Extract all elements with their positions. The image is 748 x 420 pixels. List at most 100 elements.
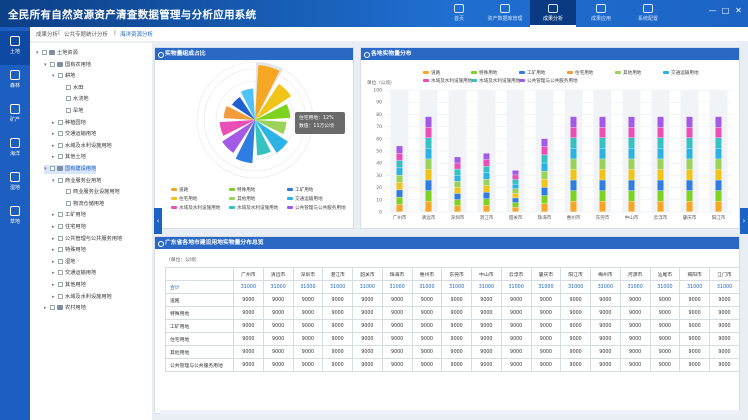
table-row[interactable]: 道路 9000 9000 9000 9000 9000 9000 9000 9000 9000 90… [165, 293, 740, 307]
table-header-cell[interactable]: 珠海市 [381, 267, 413, 281]
tree-node[interactable]: ▸ 水域及水利设施用地 [52, 293, 112, 302]
bar-segment[interactable] [599, 116, 606, 128]
horizontal-scrollbar[interactable] [160, 410, 740, 415]
bar-segment[interactable] [425, 169, 432, 180]
bar-segment[interactable] [628, 137, 635, 149]
bar-segment[interactable] [570, 201, 577, 212]
bar-segment[interactable] [454, 157, 461, 163]
bar-segment[interactable] [599, 169, 606, 180]
table-row[interactable]: 合计 31000 31000 31000 31000 31000 31000 31000 310… [165, 280, 740, 294]
table-header-cell[interactable]: 阳江市 [560, 267, 591, 281]
bar-segment[interactable] [686, 116, 693, 128]
tree-checkbox[interactable] [50, 61, 55, 67]
tree-checkbox[interactable] [66, 84, 71, 90]
tree-node[interactable]: 物流仓储用地 [60, 200, 104, 209]
tree-checkbox[interactable] [58, 282, 63, 287]
tab-analysis[interactable]: 成果分析 [530, 0, 576, 27]
table-row[interactable]: 公共管理与公共服务用地 9000 9000 9000 9000 9000 9000 9000 9… [165, 358, 740, 372]
tree-checkbox[interactable] [66, 189, 71, 195]
bar-segment[interactable] [541, 146, 548, 155]
bar-segment[interactable] [454, 169, 461, 175]
tree-node[interactable]: 商业服务业设施用地 [60, 188, 120, 197]
bar-segment[interactable] [570, 137, 577, 149]
bar-segment[interactable] [454, 181, 461, 188]
tree-node[interactable]: ▸ 特殊用地 [52, 246, 86, 255]
bar-segment[interactable] [715, 137, 722, 149]
tree-checkbox[interactable] [66, 96, 71, 102]
tree-checkbox[interactable] [58, 270, 63, 276]
legend-item[interactable]: 住宅用地 [171, 196, 197, 202]
legend-item[interactable]: 工矿用地 [519, 70, 545, 76]
tree-node[interactable]: ▾ 国有建设用地 [44, 165, 97, 174]
tab-home[interactable]: 首页 [436, 0, 482, 27]
table-header-cell[interactable]: 江门市 [709, 267, 740, 281]
bar-segment[interactable] [425, 190, 432, 202]
tree-checkbox[interactable] [66, 108, 71, 113]
tab-database[interactable]: 资产数据库管理 [482, 0, 528, 27]
bar-segment[interactable] [715, 159, 722, 170]
bar-segment[interactable] [570, 180, 577, 191]
bar-segment[interactable] [483, 153, 490, 160]
table-header-cell[interactable]: 中山市 [471, 267, 502, 281]
tree-checkbox[interactable] [58, 258, 63, 264]
bar-segment[interactable] [628, 116, 635, 128]
tree-node[interactable]: ▸ 交通运输用地 [52, 130, 96, 139]
tree-node[interactable]: 旱地 [60, 107, 83, 116]
legend-item[interactable]: 特殊用地 [229, 187, 255, 193]
legend-item[interactable]: 水域及水利设施用地 [229, 205, 278, 211]
tree-node[interactable]: ▸ 湿地 [52, 258, 75, 267]
tree-node[interactable]: 水浇地 [60, 95, 89, 104]
bar-segment[interactable] [454, 193, 461, 200]
table-header-cell[interactable]: 梅州市 [590, 267, 621, 281]
tab-settings[interactable]: 系统配置 [625, 0, 671, 27]
tree-node[interactable]: ▾ 商业服务业用地 [52, 177, 101, 186]
table-header-cell[interactable]: 东莞市 [441, 267, 472, 281]
bar-segment[interactable] [686, 159, 693, 170]
bar-segment[interactable] [483, 166, 490, 173]
bar-segment[interactable] [599, 190, 606, 202]
bar-segment[interactable] [396, 197, 403, 205]
bar-segment[interactable] [657, 159, 664, 170]
bar-segment[interactable] [599, 180, 606, 191]
table-header-cell[interactable]: 揭阳市 [679, 267, 710, 281]
bar-segment[interactable] [686, 137, 693, 149]
bar-segment[interactable] [396, 168, 403, 175]
bar-segment[interactable] [599, 127, 606, 138]
tree-node[interactable]: ▸ 工矿用地 [52, 211, 86, 220]
nav-ocean[interactable]: 海洋 [0, 133, 30, 167]
breadcrumb-item[interactable]: 成果分析 [36, 30, 58, 38]
nav-grass[interactable]: 草地 [0, 201, 30, 235]
bar-segment[interactable] [628, 180, 635, 191]
tree-checkbox[interactable] [66, 200, 71, 206]
maximize-button[interactable]: □ [721, 6, 730, 15]
tree-checkbox[interactable] [50, 166, 55, 171]
bar-segment[interactable] [454, 163, 461, 169]
bar-segment[interactable] [541, 179, 548, 188]
bar-segment[interactable] [715, 190, 722, 202]
bar-segment[interactable] [599, 201, 606, 212]
table-header-cell[interactable]: 韶关市 [352, 267, 383, 281]
bar-segment[interactable] [425, 159, 432, 170]
bar-segment[interactable] [570, 148, 577, 159]
bar-segment[interactable] [715, 116, 722, 128]
bar-segment[interactable] [512, 179, 519, 184]
tree-node[interactable]: ▸ 其他用地 [52, 281, 86, 290]
bar-segment[interactable] [483, 179, 490, 186]
tree-checkbox[interactable] [58, 212, 63, 218]
bar-segment[interactable] [425, 201, 432, 212]
bar-segment[interactable] [512, 193, 519, 198]
bar-segment[interactable] [396, 153, 403, 161]
nav-wetland[interactable]: 湿地 [0, 167, 30, 201]
bar-segment[interactable] [657, 190, 664, 202]
bar-segment[interactable] [686, 201, 693, 212]
nav-forest[interactable]: 森林 [0, 65, 30, 99]
close-button[interactable]: ✕ [734, 6, 743, 15]
bar-segment[interactable] [425, 127, 432, 138]
bar-segment[interactable] [483, 198, 490, 206]
bar-segment[interactable] [628, 201, 635, 212]
bar-segment[interactable] [715, 169, 722, 180]
legend-item[interactable]: 水域及水利设施用地 [171, 205, 220, 211]
minimize-button[interactable]: — [708, 6, 717, 15]
tree-checkbox[interactable] [58, 131, 63, 137]
legend-item[interactable]: 公共管理与公共服务用地 [287, 205, 346, 211]
